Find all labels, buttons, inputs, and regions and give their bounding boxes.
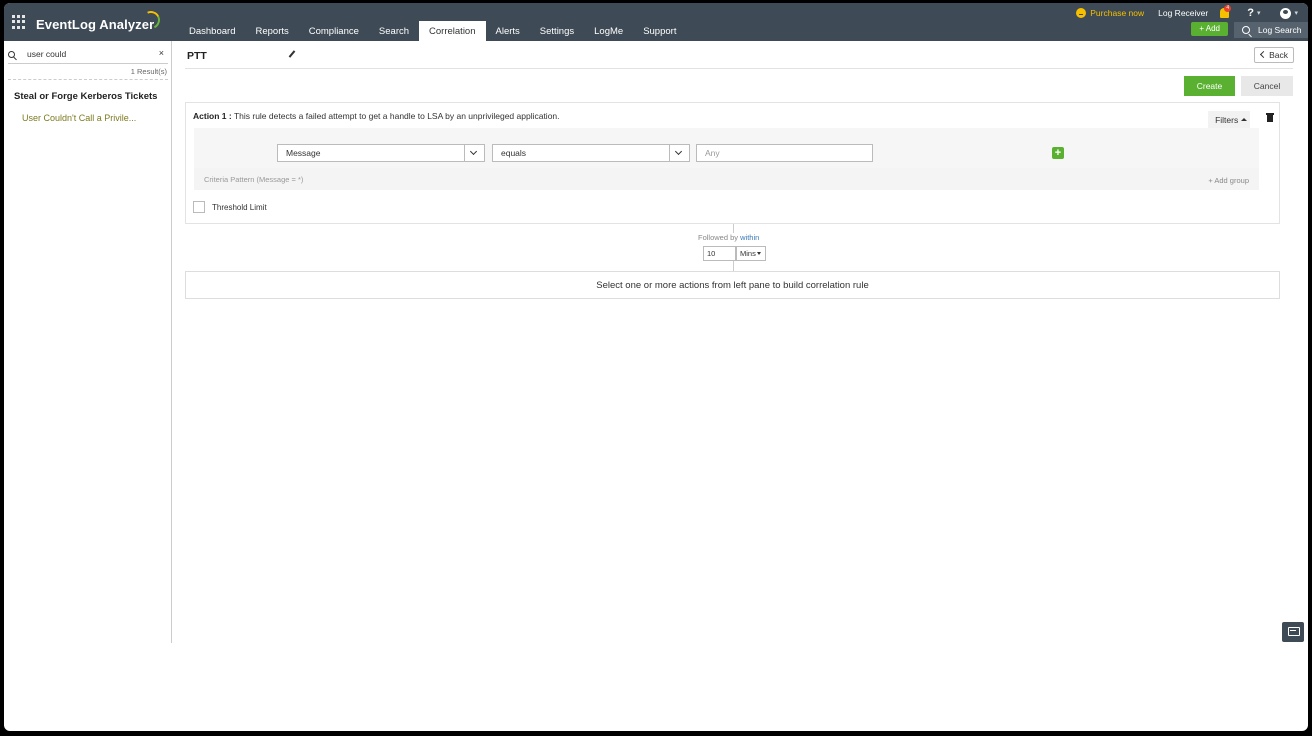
clear-search-icon[interactable]: × xyxy=(159,48,164,58)
chevron-down-icon: ▾ xyxy=(1294,10,1298,17)
app-window: EventLog Analyzer Dashboard Reports Comp… xyxy=(4,3,1308,731)
add-criteria-button[interactable]: + xyxy=(1052,147,1064,159)
tab-reports[interactable]: Reports xyxy=(245,21,298,41)
tab-logme[interactable]: LogMe xyxy=(584,21,633,41)
action-description: This rule detects a failed attempt to ge… xyxy=(231,111,560,121)
user-avatar-icon[interactable] xyxy=(1280,7,1292,19)
operator-select[interactable]: equals xyxy=(492,144,690,162)
followed-prefix: Followed by xyxy=(698,233,741,242)
action-card: Action 1 : This rule detects a failed at… xyxy=(185,102,1280,224)
time-unit-select[interactable]: Mins xyxy=(736,246,766,261)
log-search-button[interactable]: Log Search xyxy=(1234,22,1308,38)
main-nav: Dashboard Reports Compliance Search Corr… xyxy=(179,21,686,41)
create-button[interactable]: Create xyxy=(1184,76,1235,96)
tab-search[interactable]: Search xyxy=(369,21,419,41)
field-select[interactable]: Message xyxy=(277,144,485,162)
rule-title: PTT xyxy=(187,50,207,62)
add-group-link[interactable]: + Add group xyxy=(1208,176,1249,185)
purchase-now-link[interactable]: Purchase now xyxy=(1076,8,1144,18)
within-link[interactable]: within xyxy=(740,233,759,242)
log-receiver-link[interactable]: Log Receiver xyxy=(1158,8,1208,18)
delete-action-icon[interactable] xyxy=(1266,113,1274,122)
edit-pencil-icon[interactable] xyxy=(288,50,295,59)
category-heading: Steal or Forge Kerberos Tickets xyxy=(14,91,158,102)
alerts-bell-icon[interactable]: 4 xyxy=(1220,5,1232,18)
tab-compliance[interactable]: Compliance xyxy=(299,21,369,41)
criteria-pattern: Criteria Pattern (Message = *) xyxy=(204,175,304,184)
help-icon[interactable]: ? xyxy=(1247,7,1254,19)
followed-by-label: Followed by within xyxy=(698,233,759,242)
within-value-input[interactable]: 10 xyxy=(703,246,736,261)
add-button[interactable]: + Add xyxy=(1191,22,1228,36)
threshold-checkbox[interactable] xyxy=(193,201,205,213)
action-title: Action 1 : This rule detects a failed at… xyxy=(193,111,560,121)
alerts-badge: 4 xyxy=(1224,5,1232,12)
result-count: 1 Result(s) xyxy=(130,67,167,76)
search-icon xyxy=(1242,26,1250,34)
empty-action-placeholder: Select one or more actions from left pan… xyxy=(185,271,1280,299)
search-input[interactable]: user could xyxy=(27,49,66,59)
value-input[interactable]: Any xyxy=(696,144,873,162)
filters-toggle[interactable]: Filters xyxy=(1208,111,1250,129)
chevron-down-icon xyxy=(669,145,689,161)
connector-line xyxy=(733,261,734,271)
tab-alerts[interactable]: Alerts xyxy=(486,21,530,41)
threshold-label: Threshold Limit xyxy=(212,203,267,212)
criteria-panel: Message equals Any + Criteria Pattern (M… xyxy=(194,128,1259,190)
action-list-item[interactable]: User Couldn't Call a Privile... xyxy=(22,113,136,123)
chevron-down-icon xyxy=(464,145,484,161)
header-utilities: Purchase now Log Receiver 4 ? ▾ ▾ xyxy=(1076,5,1298,19)
chat-icon[interactable] xyxy=(1282,622,1304,642)
brand-logo[interactable]: EventLog Analyzer xyxy=(36,17,154,32)
apps-grid-icon[interactable] xyxy=(12,15,26,29)
top-header: EventLog Analyzer Dashboard Reports Comp… xyxy=(4,3,1308,41)
search-underline xyxy=(8,63,168,64)
divider xyxy=(8,79,168,80)
cancel-button[interactable]: Cancel xyxy=(1241,76,1293,96)
log-search-label: Log Search xyxy=(1258,25,1302,35)
title-divider xyxy=(185,68,1293,69)
filters-label: Filters xyxy=(1215,115,1239,125)
left-pane: user could × 1 Result(s) Steal or Forge … xyxy=(4,41,172,643)
tab-support[interactable]: Support xyxy=(633,21,686,41)
action-number: Action 1 : xyxy=(193,111,232,121)
operator-select-value: equals xyxy=(501,148,527,158)
purchase-label: Purchase now xyxy=(1090,8,1145,18)
search-icon xyxy=(8,50,15,58)
tab-dashboard[interactable]: Dashboard xyxy=(179,21,245,41)
action-search[interactable]: user could × xyxy=(8,47,166,61)
tab-settings[interactable]: Settings xyxy=(530,21,584,41)
cart-icon xyxy=(1076,8,1087,18)
back-button[interactable]: Back xyxy=(1254,47,1294,63)
tab-correlation[interactable]: Correlation xyxy=(419,21,486,41)
field-select-value: Message xyxy=(286,148,321,158)
connector-line xyxy=(733,224,734,233)
chevron-down-icon: ▾ xyxy=(1256,10,1261,17)
